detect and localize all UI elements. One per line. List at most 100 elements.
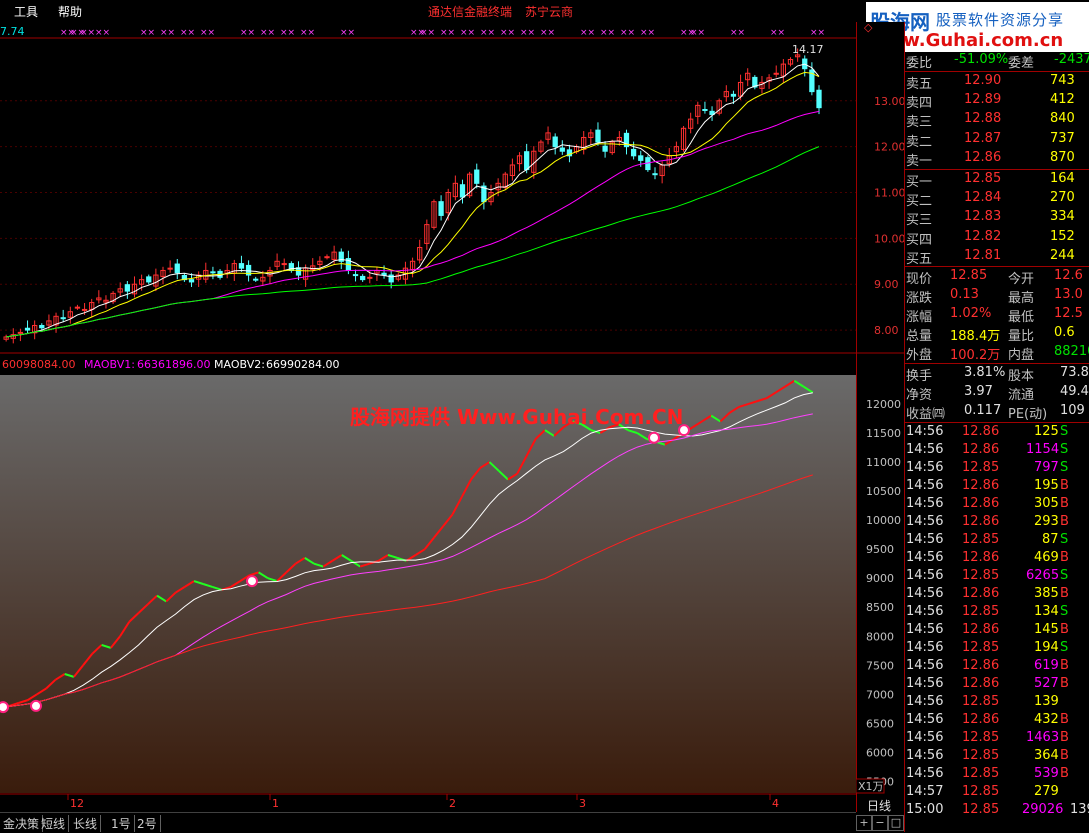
ask-level[interactable]: 卖五 12.90 743 — [904, 73, 1089, 92]
candle-body — [24, 327, 31, 331]
tick-row: 14:56 12.85 6265 S — [906, 568, 1069, 583]
tick-row: 14:56 12.85 797 S — [906, 460, 1069, 475]
stock-name: 苏宁云商 — [525, 5, 574, 19]
candle-body — [253, 278, 259, 281]
signal-x-mark: ×× — [690, 28, 705, 38]
stat-row: 净资 3.97 流通 49.4 — [906, 384, 1089, 403]
tab-duanxian[interactable]: 短线 — [38, 815, 70, 832]
tab-1hao[interactable]: 1号 — [108, 815, 135, 832]
tick-row: 14:56 12.86 385 B — [906, 586, 1069, 601]
restore-button[interactable]: □ — [888, 815, 904, 831]
signal-x-mark: ×× — [640, 28, 655, 38]
menu-help[interactable]: 帮助 — [58, 3, 82, 20]
candle-body — [124, 284, 130, 292]
corner-value: 7.74 — [0, 25, 25, 38]
maobv2-value: 66990284.00 — [266, 358, 339, 371]
stat-row: 换手 3.81% 股本 73.8 — [906, 365, 1089, 384]
tab-2hao[interactable]: 2号 — [134, 815, 161, 832]
app-title: 通达信金融终端 — [428, 5, 513, 19]
candle-body — [210, 271, 216, 274]
obv-y-tick: 6000 — [866, 746, 894, 759]
candle-body — [174, 263, 180, 274]
tick-row: 14:56 12.86 305 B — [906, 496, 1069, 511]
x-tick: 1 — [272, 797, 279, 810]
candle-body — [381, 272, 387, 276]
candle-body — [773, 72, 779, 75]
obv-y-tick: 11500 — [866, 427, 901, 440]
obv-y-tick: 6500 — [866, 717, 894, 730]
plus-button[interactable]: + — [856, 815, 872, 831]
tick-row: 14:56 12.86 432 B — [906, 712, 1069, 727]
candle-body — [638, 155, 644, 161]
ask-level[interactable]: 卖二 12.87 737 — [904, 131, 1089, 150]
obv-unit: X1万 — [858, 780, 884, 793]
obv-y-tick: 11000 — [866, 456, 901, 469]
candle-body — [352, 274, 359, 277]
tick-row: 14:56 12.85 539 B — [906, 766, 1069, 781]
signal-x-mark: ×× — [240, 28, 255, 38]
bid-level[interactable]: 买二 12.84 270 — [904, 190, 1089, 209]
logo-slogan: 股票软件资源分享 — [936, 11, 1065, 29]
bid-level[interactable]: 买五 12.81 244 — [904, 248, 1089, 267]
stat-row: 现价 12.85 今开 12.6 — [906, 268, 1083, 287]
signal-x-mark: ×× — [280, 28, 295, 38]
tick-row: 14:56 12.86 1154 S — [906, 442, 1069, 457]
candle-body — [652, 173, 658, 176]
y-tick: 11.00 — [874, 187, 904, 200]
bid-level[interactable]: 买一 12.85 164 — [904, 171, 1089, 190]
ask-level[interactable]: 卖一 12.86 870 — [904, 150, 1089, 169]
candle-body — [360, 275, 366, 281]
candle-body — [816, 89, 822, 109]
signal-x-mark: ×× — [500, 28, 515, 38]
tick-row: 14:56 12.86 469 B — [906, 550, 1069, 565]
obv-y-tick: 9000 — [866, 572, 894, 585]
signal-x-mark: ×× — [340, 28, 355, 38]
y-tick: 9.00 — [874, 278, 899, 291]
tick-row: 14:56 12.86 619 B — [906, 658, 1069, 673]
price-axis: 13.00 12.00 11.00 10.00 9.00 8.00 12000 11500 1… — [856, 22, 904, 812]
menu-tools[interactable]: 工具 — [14, 3, 38, 20]
period-label[interactable]: 日线 — [867, 797, 891, 814]
candle-body — [81, 308, 88, 311]
maobv1-label: MAOBV1: — [84, 358, 135, 371]
ask-level[interactable]: 卖四 12.89 412 — [904, 92, 1089, 111]
signal-x-mark: ×× — [580, 28, 595, 38]
minus-button[interactable]: − — [872, 815, 888, 831]
bid-level[interactable]: 买三 12.83 334 — [904, 209, 1089, 228]
stat-row: 收益㈣ 0.117 PE(动) 109 — [906, 403, 1085, 422]
x-tick: 2 — [449, 797, 456, 810]
cross-signal-icon — [30, 699, 42, 712]
chart-area[interactable]: 7.74 ×××××× ×× ×× ×× ×× ×× ×× ×× ×× ×× ×× ×××× ×× ×× ×… — [0, 22, 856, 812]
tick-row: 14:56 12.85 134 S — [906, 604, 1069, 619]
obv-y-tick: 10000 — [866, 514, 901, 527]
x-tick: 12 — [70, 797, 84, 810]
bid-level[interactable]: 买四 12.82 152 — [904, 229, 1089, 248]
tick-row: 14:57 12.85 279 — [906, 784, 1059, 799]
tab-changxian[interactable]: 长线 — [70, 815, 102, 832]
tick-row: 14:56 12.85 1463 B — [906, 730, 1069, 745]
signal-x-mark: ×× — [180, 28, 195, 38]
signal-x-mark: ×× — [140, 28, 155, 38]
stat-row: 外盘100.2万内盘88210 — [906, 344, 1089, 363]
tick-row: 14:56 12.86 527 B — [906, 676, 1069, 691]
x-tick: 3 — [579, 797, 586, 810]
candle-body — [324, 256, 330, 259]
signal-x-mark: ×× — [600, 28, 615, 38]
candle-body — [559, 147, 565, 152]
expand-icon[interactable]: ◇ — [864, 22, 873, 34]
obv-y-tick: 12000 — [866, 398, 901, 411]
y-tick: 10.00 — [874, 232, 904, 245]
obv-y-tick: 9500 — [866, 543, 894, 556]
stat-row: 涨跌 0.13 最高 13.0 — [906, 287, 1083, 306]
weibi-row: 委比 -51.09% 委差 -2437 — [906, 52, 1089, 71]
tab-jinjuece[interactable]: 金决策 — [0, 815, 44, 832]
obv-y-tick: 8500 — [866, 601, 894, 614]
signal-x-mark: ×× — [520, 28, 535, 38]
ask-level[interactable]: 卖三 12.88 840 — [904, 111, 1089, 130]
y-tick: 8.00 — [874, 324, 899, 337]
peak-label: 14.17 — [792, 43, 824, 56]
signal-x-mark: ×× — [160, 28, 175, 38]
obv-value: 60098084.00 — [2, 358, 75, 371]
signal-x-mark: ×× — [440, 28, 455, 38]
quote-panel: 委比 -51.09% 委差 -2437 卖五 12.90 743 卖四 12.89 412… — [904, 52, 1089, 832]
